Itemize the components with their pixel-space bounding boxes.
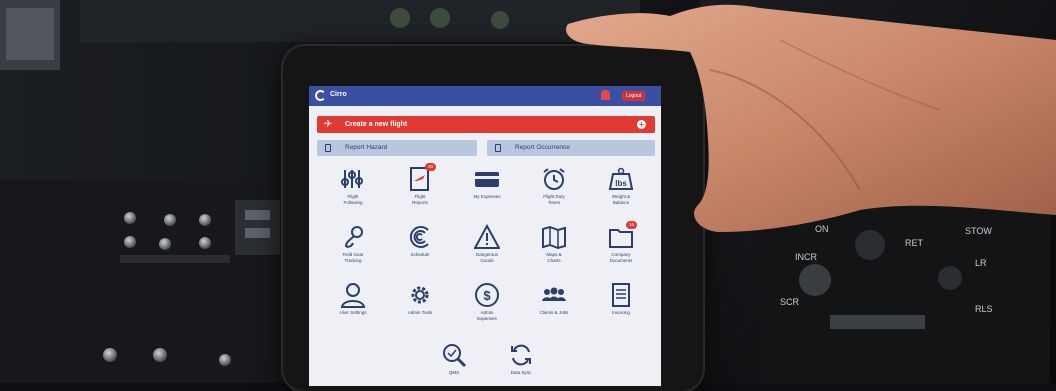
app-tile[interactable]: Data Sync bbox=[491, 342, 551, 376]
app-tile-label: Admin Expenses bbox=[477, 310, 497, 321]
document-icon bbox=[325, 144, 331, 152]
user-icon bbox=[340, 283, 366, 308]
report-hazard-label: Report Hazard bbox=[345, 144, 388, 151]
app-tile[interactable]: My Expenses bbox=[457, 166, 517, 200]
app-tile-label: Invoicing bbox=[612, 310, 630, 315]
svg-text:SCR: SCR bbox=[780, 297, 800, 307]
svg-text:RLS: RLS bbox=[975, 304, 993, 314]
app-tile[interactable]: 20 Flight Reports bbox=[390, 163, 450, 205]
app-tile[interactable]: Dangerous Goods bbox=[457, 224, 517, 263]
sliders-icon bbox=[341, 170, 363, 188]
app-tile[interactable]: Flight Following bbox=[323, 166, 383, 205]
document-icon bbox=[495, 144, 501, 152]
app-tile-label: Schedule bbox=[410, 252, 430, 257]
invoice-icon bbox=[612, 283, 630, 307]
icon-text: $ bbox=[483, 288, 491, 303]
app-tile-label: Clients & Jobs bbox=[539, 310, 569, 315]
sync-icon bbox=[511, 344, 531, 366]
app-tile[interactable]: Schedule bbox=[390, 224, 450, 258]
app-tile-label: My Expenses bbox=[473, 194, 501, 199]
app-title: Cirro bbox=[330, 91, 347, 98]
plane-icon: ✈ bbox=[324, 119, 333, 130]
hook-icon bbox=[344, 226, 363, 248]
app-tile[interactable]: Invoicing bbox=[591, 282, 651, 316]
app-tile-label: Admin Tools bbox=[407, 310, 433, 315]
app-tile-label: User Settings bbox=[339, 310, 367, 315]
magnifier-icon bbox=[443, 344, 467, 368]
count-badge: 20 bbox=[425, 163, 436, 171]
app-tile-label: Data Sync bbox=[510, 370, 532, 375]
app-tile-label: Dangerous Goods bbox=[475, 252, 498, 263]
app-tile-label: QMS bbox=[448, 370, 460, 375]
app-tile[interactable]: Clients & Jobs bbox=[524, 282, 584, 316]
cirro-logo-icon bbox=[315, 90, 326, 101]
app-tile[interactable]: User Settings bbox=[323, 282, 383, 316]
credit-card-icon bbox=[475, 172, 499, 187]
app-tile[interactable]: QMS bbox=[424, 342, 484, 376]
schedule-icon bbox=[409, 226, 429, 248]
app-tile-label: Flight Following bbox=[343, 194, 363, 205]
app-tile-label: Flight Reports bbox=[412, 194, 428, 205]
create-flight-label: Create a new flight bbox=[345, 121, 408, 128]
app-tile-label: Field Gear Tracking bbox=[342, 252, 364, 263]
app-tile[interactable]: Field Gear Tracking bbox=[323, 224, 383, 263]
gear-icon bbox=[411, 286, 429, 304]
group-icon bbox=[542, 287, 566, 301]
warning-icon bbox=[474, 224, 500, 249]
dollar-icon: $ bbox=[475, 283, 499, 307]
report-hazard-button[interactable]: Report Hazard bbox=[317, 140, 477, 156]
hand bbox=[566, 4, 1056, 233]
app-tile[interactable]: $ Admin Expenses bbox=[457, 282, 517, 321]
app-tile[interactable]: Admin Tools bbox=[390, 282, 450, 316]
